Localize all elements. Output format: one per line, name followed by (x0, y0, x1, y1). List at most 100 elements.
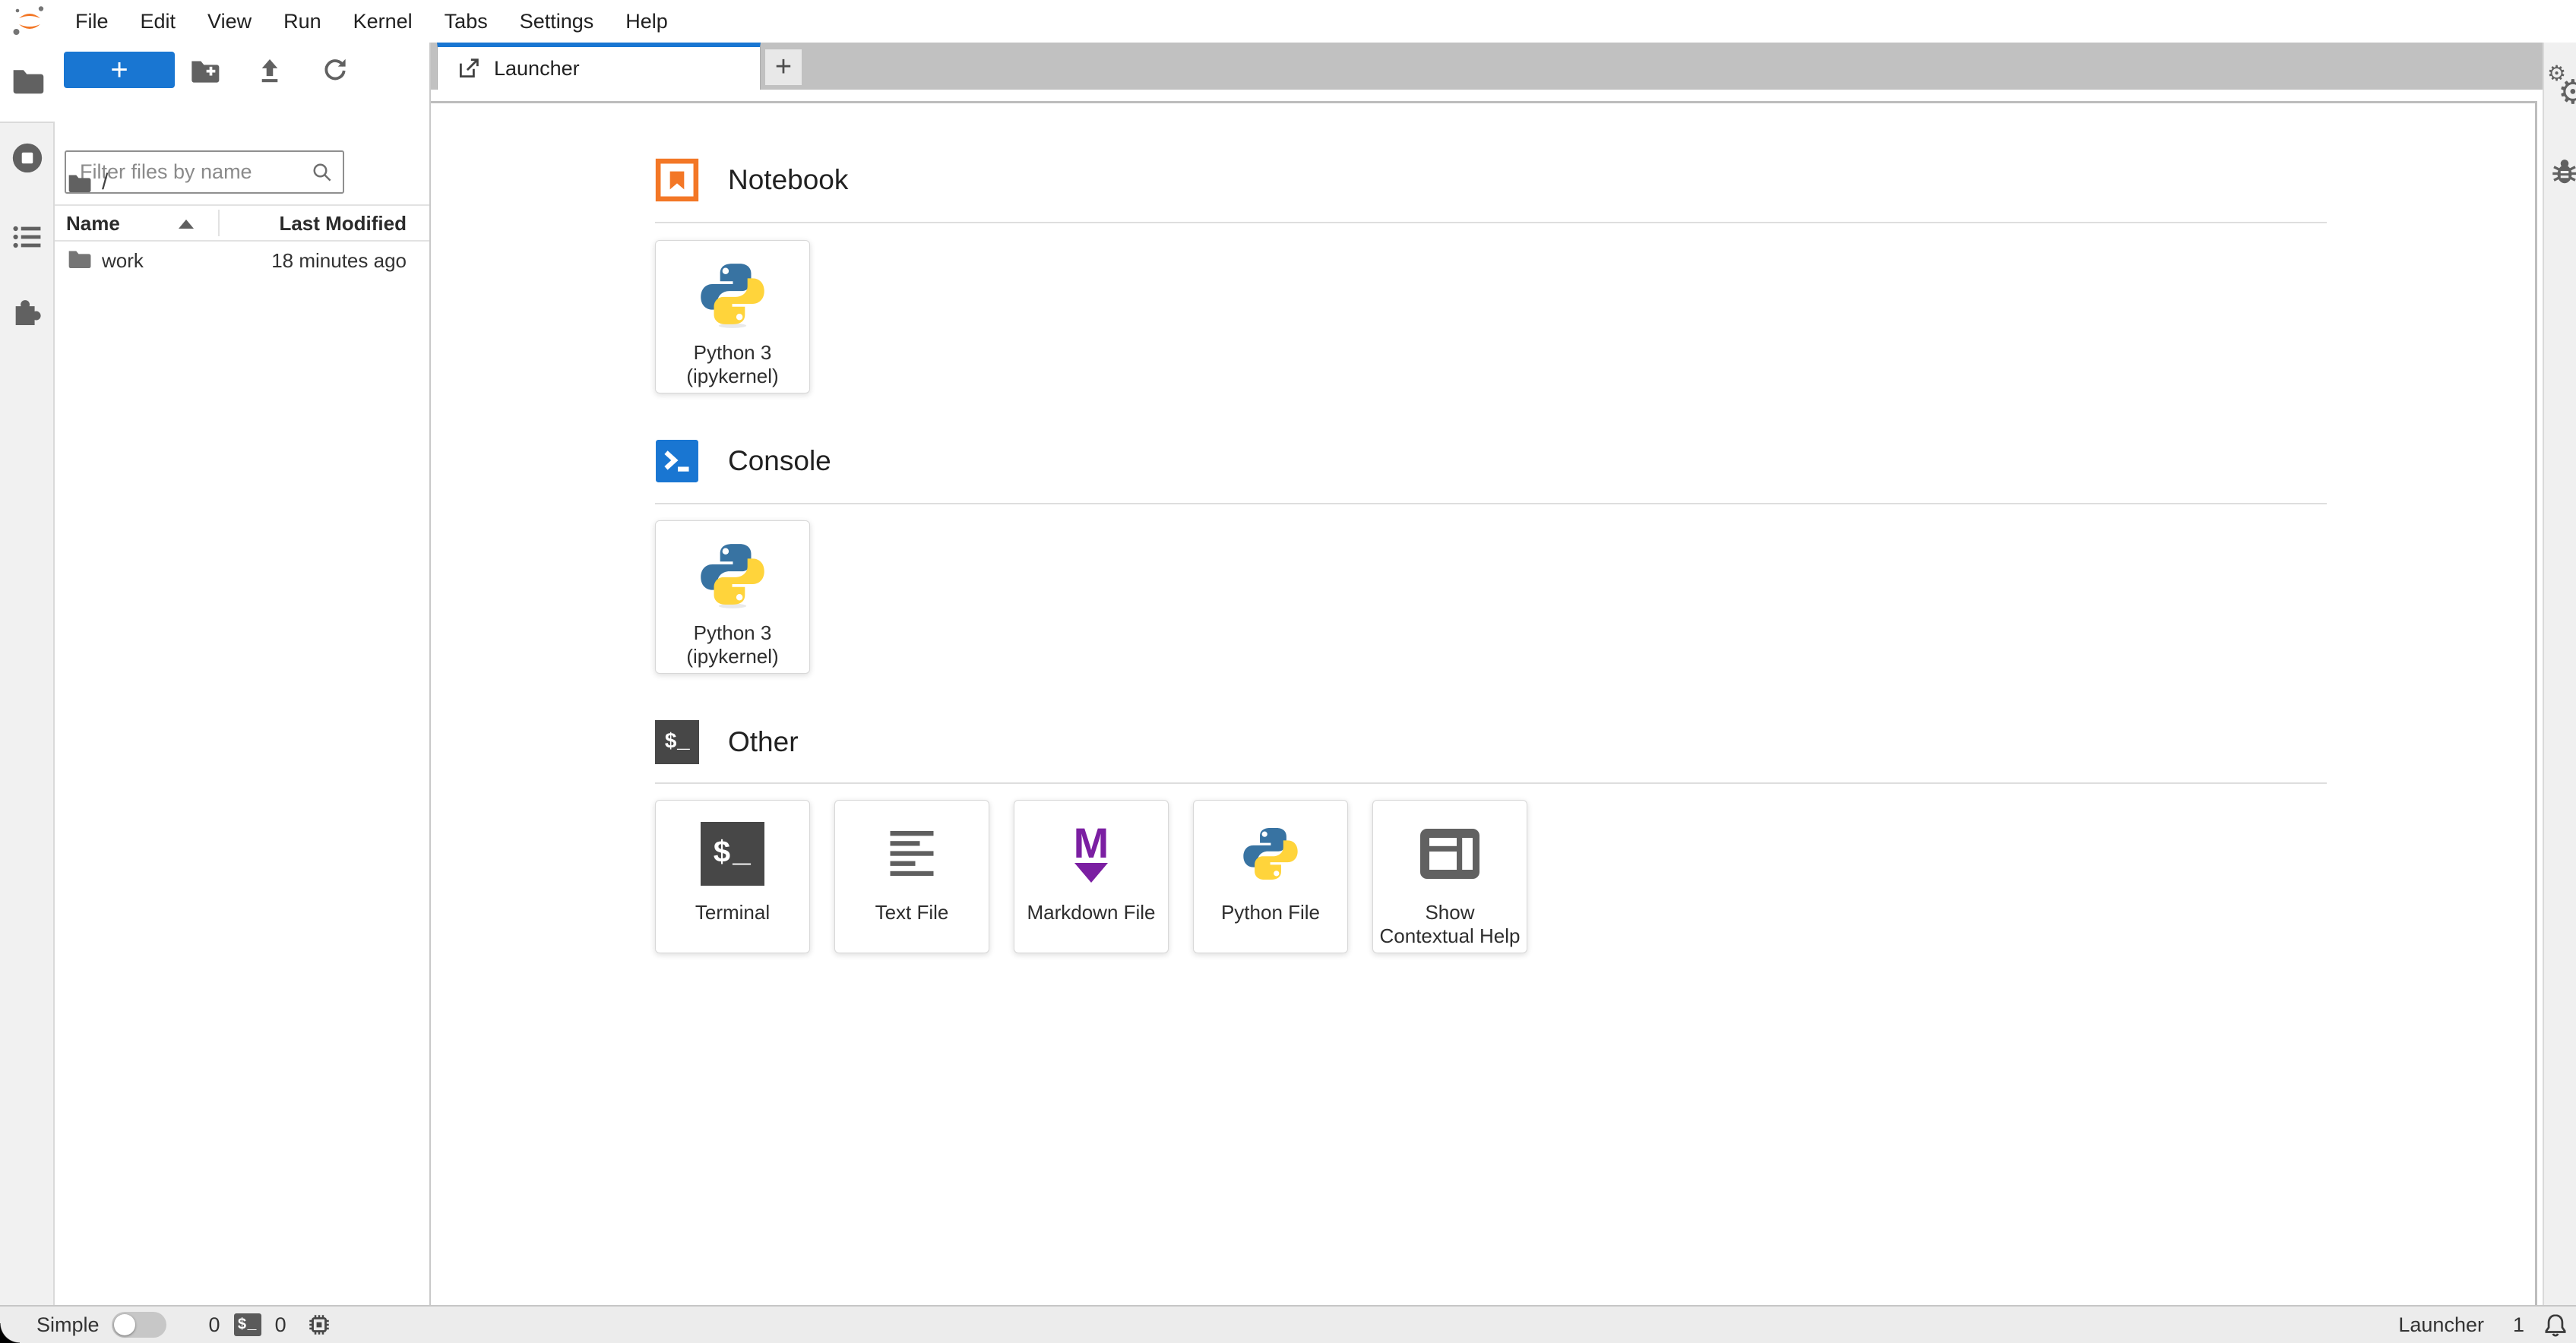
tab-bar-gap (431, 90, 2543, 101)
launcher-card-label: Terminal (695, 901, 771, 924)
jupyter-logo-icon (13, 6, 44, 35)
table-of-contents-icon (13, 226, 41, 248)
launcher-card-terminal[interactable]: $_ Terminal (655, 800, 810, 953)
python-logo-icon (701, 544, 764, 608)
sidebar-tab-table-of-contents[interactable] (9, 219, 46, 255)
file-name: work (102, 249, 144, 272)
notifications-count: 1 (2512, 1313, 2524, 1336)
jupyterlab-window: File Edit View Run Kernel Tabs Settings … (0, 0, 2576, 1343)
column-header-last-modified[interactable]: Last Modified (279, 212, 407, 235)
kernel-chip-icon[interactable] (306, 1312, 332, 1338)
right-sidebar-strip: ⚙ ⚙ (2543, 43, 2576, 1305)
file-last-modified: 18 minutes ago (271, 249, 407, 272)
launcher-card-notebook-python3[interactable]: Python 3 (ipykernel) (655, 240, 810, 393)
section-header-other: $_ Other (655, 719, 799, 766)
launcher-panel: Notebook Python 3 (ipykernel) Console Py… (431, 103, 2535, 1305)
tab-launcher[interactable]: Launcher (437, 43, 761, 90)
bell-icon[interactable] (2543, 1312, 2568, 1338)
section-title: Other (728, 726, 799, 757)
menu-kernel[interactable]: Kernel (337, 10, 429, 33)
sidebar-tab-property-inspector[interactable]: ⚙ ⚙ (2547, 62, 2576, 111)
left-sidebar-strip (0, 43, 55, 1305)
launcher-tab-icon (459, 58, 479, 78)
simple-mode-toggle[interactable] (111, 1312, 166, 1338)
content-right-border (2535, 101, 2537, 1305)
terminal-icon[interactable]: $_ (233, 1313, 261, 1336)
menu-view[interactable]: View (191, 10, 267, 33)
menu-settings[interactable]: Settings (504, 10, 610, 33)
refresh-icon (324, 58, 346, 81)
status-bar-left: Simple 0 $_ 0 (36, 1312, 332, 1338)
toggle-knob (113, 1314, 135, 1335)
new-tab-button[interactable]: + (765, 49, 802, 85)
jupyter-logo (0, 4, 59, 39)
status-bar: Simple 0 $_ 0 Launcher 1 (0, 1305, 2576, 1343)
text-file-icon (890, 831, 934, 877)
menu-bar: File Edit View Run Kernel Tabs Settings … (0, 0, 2576, 43)
section-header-console: Console (655, 438, 831, 485)
new-launcher-button[interactable]: + (64, 52, 175, 88)
column-separator[interactable] (218, 210, 220, 236)
home-folder-icon[interactable] (67, 172, 91, 193)
contextual-help-icon (1420, 829, 1479, 879)
menu-file[interactable]: File (59, 10, 125, 33)
launcher-card-python-file[interactable]: Python File (1193, 800, 1348, 953)
refresh-button[interactable] (319, 55, 351, 87)
terminal-icon: $_ (701, 822, 764, 886)
current-activity-label: Launcher (2398, 1313, 2484, 1336)
markdown-icon: M (1074, 822, 1109, 883)
python-logo-icon (1243, 827, 1298, 880)
column-header-name[interactable]: Name (66, 212, 120, 235)
launcher-card-markdown-file[interactable]: M Markdown File (1014, 800, 1169, 953)
menu-run[interactable]: Run (267, 10, 337, 33)
sidebar-tab-file-browser[interactable] (9, 62, 46, 99)
sidebar-tab-extensions[interactable] (9, 290, 46, 327)
sort-ascending-icon (179, 220, 194, 229)
status-bar-right: Launcher 1 (2398, 1312, 2568, 1338)
file-browser-panel: + Filter files by name / Name Last Modif… (55, 43, 431, 1305)
search-icon (313, 163, 331, 182)
launcher-card-label: Show Contextual Help (1379, 901, 1521, 947)
upload-icon (261, 58, 278, 83)
menu-edit[interactable]: Edit (125, 10, 192, 33)
other-cards-row: $_ Terminal Text File M Markdown File Py… (655, 800, 1527, 953)
launcher-card-label: Markdown File (1027, 901, 1156, 924)
running-sessions-icon (12, 143, 43, 173)
tab-launcher-label: Launcher (494, 56, 580, 80)
launcher-card-label: Text File (875, 901, 949, 924)
folder-icon (68, 251, 91, 269)
kernels-count[interactable]: 0 (275, 1313, 286, 1337)
section-title: Notebook (728, 164, 849, 195)
upload-button[interactable] (254, 55, 286, 87)
console-cards-row: Python 3 (ipykernel) (655, 520, 810, 674)
new-folder-button[interactable] (188, 55, 220, 87)
screen-corner (0, 1323, 20, 1343)
launcher-card-text-file[interactable]: Text File (834, 800, 989, 953)
section-header-notebook: Notebook (655, 156, 848, 204)
launcher-card-label: Python 3 (ipykernel) (686, 341, 779, 387)
bug-icon (2552, 160, 2576, 184)
notebook-icon (655, 158, 699, 202)
breadcrumb-path: / (102, 169, 109, 194)
file-row-work[interactable]: work 18 minutes ago (55, 245, 429, 278)
menu-tabs[interactable]: Tabs (429, 10, 504, 33)
gear-icon: ⚙ (2558, 74, 2576, 111)
main-tab-bar: Launcher + (431, 43, 2543, 90)
new-folder-icon (191, 61, 220, 83)
menu-help[interactable]: Help (609, 10, 684, 33)
section-divider (655, 503, 2327, 504)
breadcrumb: / (67, 169, 109, 194)
simple-mode-label: Simple (36, 1313, 100, 1336)
terminal-icon: $_ (655, 720, 699, 764)
terminals-count[interactable]: 0 (209, 1313, 220, 1337)
sidebar-tab-running-sessions[interactable] (9, 140, 46, 176)
section-title: Console (728, 445, 831, 476)
section-divider (655, 222, 2327, 223)
notebook-cards-row: Python 3 (ipykernel) (655, 240, 810, 393)
launcher-card-console-python3[interactable]: Python 3 (ipykernel) (655, 520, 810, 674)
sidebar-tab-debugger[interactable] (2549, 155, 2576, 187)
folder-icon (13, 70, 44, 94)
launcher-card-show-contextual-help[interactable]: Show Contextual Help (1372, 800, 1527, 953)
console-icon (656, 440, 698, 482)
launcher-card-label: Python File (1220, 901, 1321, 924)
